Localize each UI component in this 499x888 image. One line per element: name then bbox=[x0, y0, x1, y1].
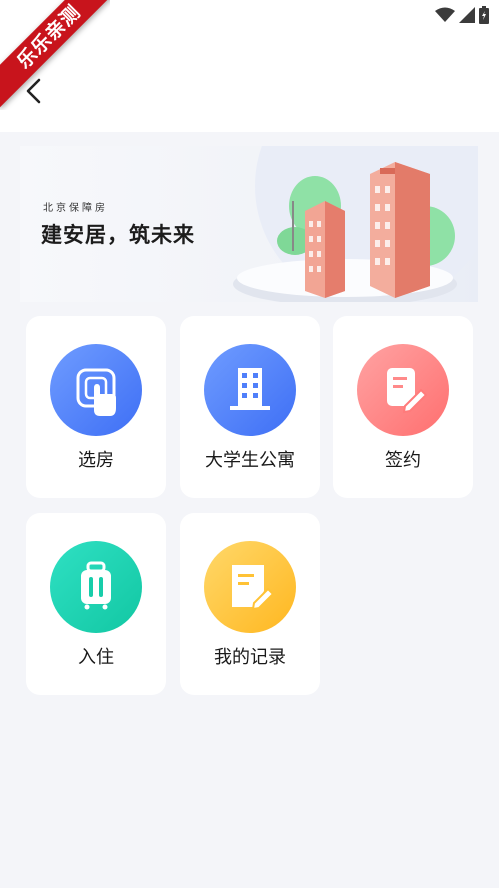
signal-icon bbox=[459, 7, 475, 23]
watermark-ribbon: 乐乐亲测 bbox=[0, 0, 110, 110]
chevron-left-icon bbox=[26, 78, 41, 104]
status-bar bbox=[435, 6, 489, 24]
wifi-icon bbox=[435, 7, 455, 22]
banner-title: 建安居，筑未来 bbox=[41, 223, 195, 247]
menu-item-my-records[interactable]: 我的记录 bbox=[180, 513, 320, 695]
luggage-icon bbox=[81, 561, 111, 610]
battery-icon bbox=[479, 6, 489, 24]
menu-item-label: 我的记录 bbox=[214, 647, 286, 668]
menu-item-label: 大学生公寓 bbox=[205, 450, 295, 471]
banner-subtitle: 北京保障房 bbox=[43, 203, 108, 214]
watermark-text: 乐乐亲测 bbox=[0, 0, 110, 108]
select-house-icon-circle bbox=[50, 344, 142, 436]
menu-item-label: 选房 bbox=[78, 450, 114, 471]
touch-select-icon bbox=[76, 368, 116, 416]
menu-item-sign[interactable]: 签约 bbox=[333, 316, 473, 498]
back-button[interactable] bbox=[18, 74, 50, 108]
my-records-icon-circle bbox=[204, 541, 296, 633]
promo-banner[interactable]: 北京保障房 建安居，筑未来 bbox=[20, 146, 478, 302]
menu-item-label: 签约 bbox=[385, 450, 421, 471]
sign-document-icon bbox=[387, 368, 428, 414]
check-in-icon-circle bbox=[50, 541, 142, 633]
record-edit-icon bbox=[232, 565, 275, 611]
menu-item-student-apartment[interactable]: 大学生公寓 bbox=[180, 316, 320, 498]
menu-item-label: 入住 bbox=[78, 647, 114, 668]
menu-item-check-in[interactable]: 入住 bbox=[26, 513, 166, 695]
buildings-illustration bbox=[233, 146, 478, 302]
building-icon bbox=[230, 368, 270, 410]
sign-icon-circle bbox=[357, 344, 449, 436]
menu-item-select-house[interactable]: 选房 bbox=[26, 316, 166, 498]
student-apartment-icon-circle bbox=[204, 344, 296, 436]
